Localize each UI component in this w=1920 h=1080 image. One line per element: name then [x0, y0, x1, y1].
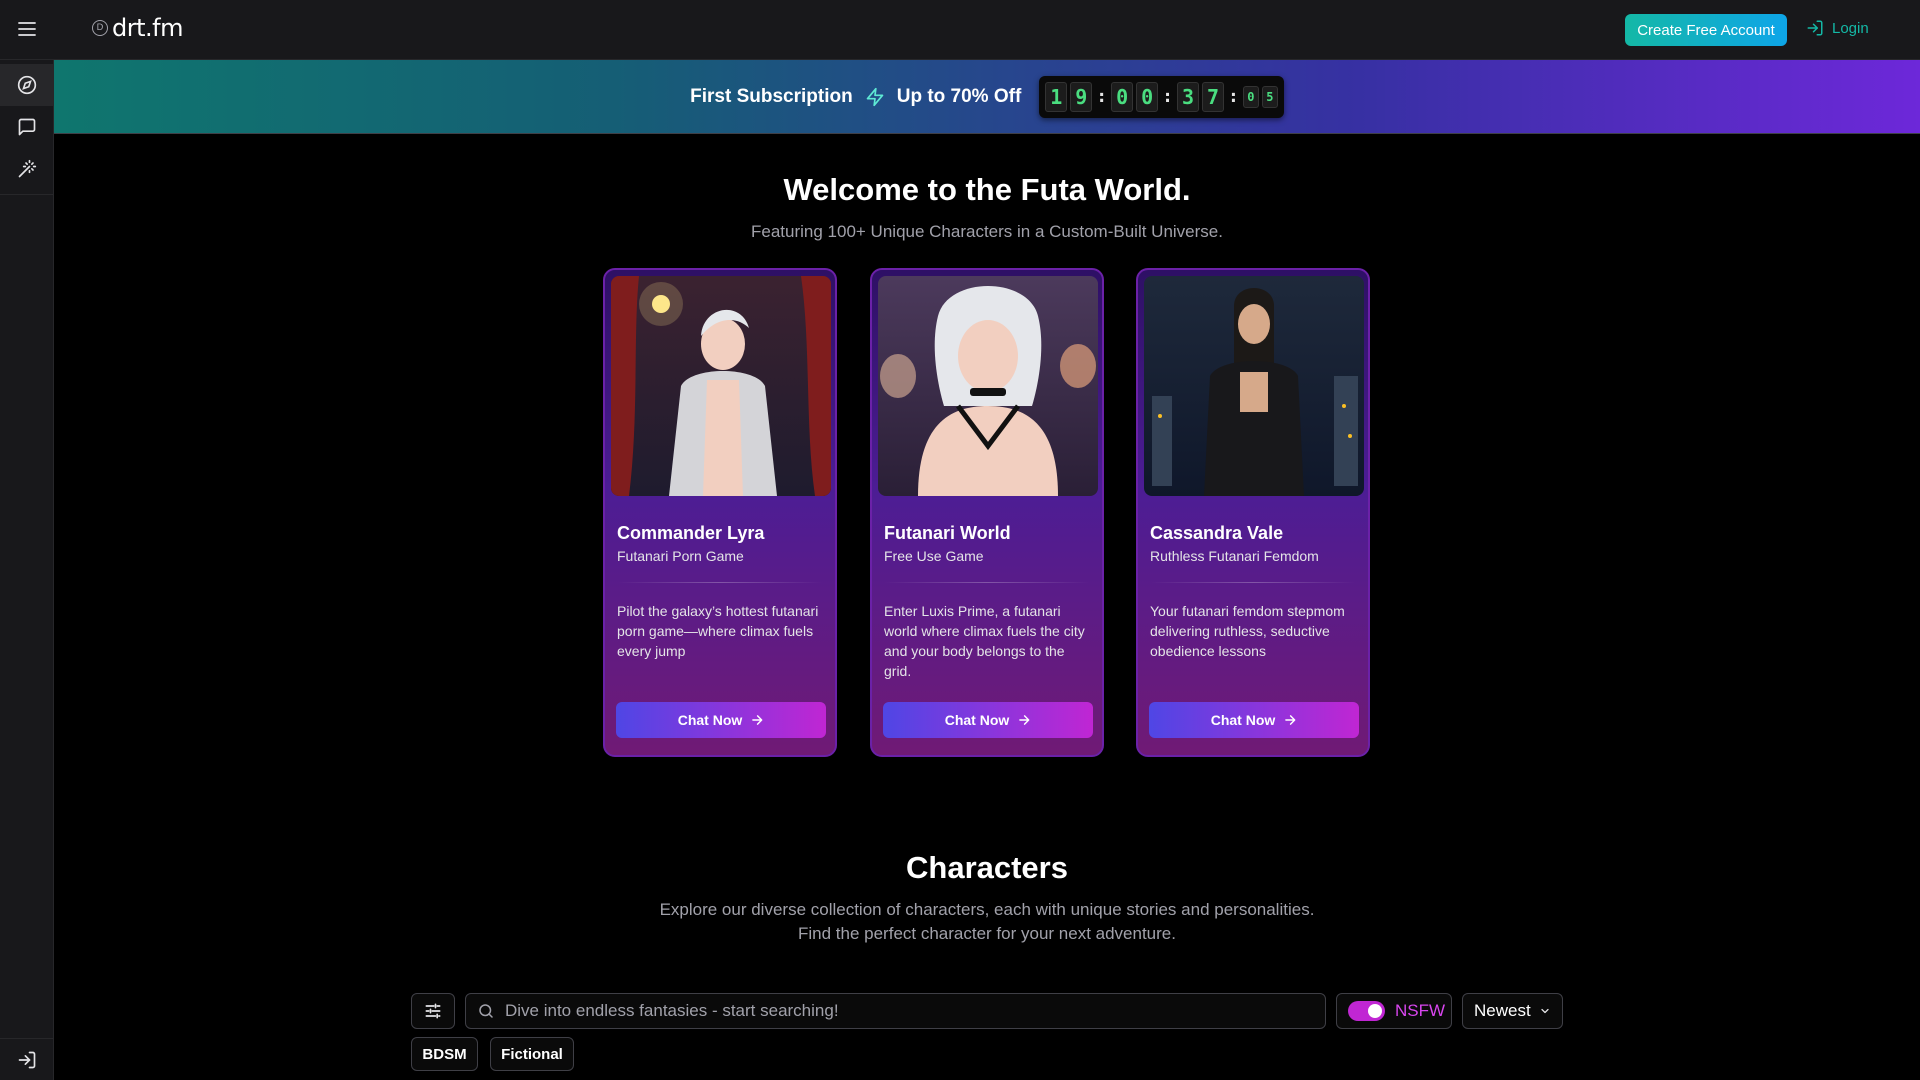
card-description: Enter Luxis Prime, a futanari world wher… — [884, 603, 1085, 679]
logo[interactable]: D drt.fm — [92, 14, 183, 42]
tag-chip[interactable]: Fictional — [490, 1037, 574, 1071]
login-label: Login — [1832, 19, 1869, 37]
sidebar-login-button[interactable] — [0, 1038, 54, 1080]
login-link[interactable]: Login — [1806, 19, 1869, 37]
timer-digit: 7 — [1201, 81, 1224, 112]
sidebar-item-chats[interactable] — [0, 106, 54, 148]
timer-separator: : — [1096, 86, 1108, 107]
hero-title: Welcome to the Futa World. — [783, 172, 1191, 207]
search-input[interactable] — [505, 1001, 1305, 1021]
characters-description-line2: Find the perfect character for your next… — [798, 924, 1176, 943]
banner-title: First Subscription — [690, 85, 853, 107]
login-icon — [1807, 20, 1823, 36]
create-free-account-button[interactable]: Create Free Account — [1625, 14, 1787, 46]
card-description: Pilot the galaxy’s hottest futanari porn… — [617, 603, 819, 659]
chat-now-button[interactable]: Chat Now — [1149, 702, 1359, 738]
character-image[interactable] — [878, 276, 1098, 496]
chat-now-button[interactable]: Chat Now — [883, 702, 1093, 738]
login-icon — [18, 1051, 36, 1068]
timer-digit: 0 — [1242, 85, 1259, 108]
arrow-right-icon — [752, 715, 763, 725]
hamburger-menu-icon[interactable] — [14, 16, 40, 42]
card-subtitle: Free Use Game — [884, 548, 984, 564]
timer-digit: 3 — [1176, 81, 1199, 112]
top-bar: D drt.fm Create Free Account Login — [0, 0, 1920, 60]
banner-offer: Up to 70% Off — [896, 85, 1022, 107]
sort-select[interactable]: Newest — [1462, 993, 1563, 1029]
featured-card[interactable]: Cassandra Vale Ruthless Futanari Femdom … — [1136, 268, 1370, 757]
featured-card[interactable]: Futanari World Free Use Game Enter Luxis… — [870, 268, 1104, 757]
timer-separator: : — [1162, 86, 1173, 107]
hero-subtitle: Featuring 100+ Unique Characters in a Cu… — [751, 222, 1223, 241]
search-bar[interactable] — [465, 993, 1326, 1029]
tag-chip[interactable]: BDSM — [411, 1037, 478, 1071]
character-image[interactable] — [611, 276, 831, 496]
logo-text: drt.fm — [112, 14, 183, 42]
logo-mark-icon: D — [92, 20, 108, 36]
promo-banner[interactable]: First Subscription Up to 70% Off 1 9 : 0… — [54, 60, 1920, 134]
sort-value: Newest — [1474, 1001, 1531, 1020]
timer-digit: 9 — [1070, 81, 1093, 112]
chat-now-label: Chat Now — [944, 712, 1010, 728]
sidebar-item-create[interactable] — [0, 148, 54, 190]
character-image[interactable] — [1144, 276, 1364, 496]
chevron-down-icon — [1541, 1008, 1549, 1014]
magic-wand-icon — [18, 159, 37, 178]
timer-digit: 5 — [1261, 85, 1278, 108]
card-subtitle: Futanari Porn Game — [617, 548, 744, 564]
nsfw-switch[interactable] — [1348, 1001, 1385, 1021]
card-name: Futanari World — [884, 523, 1011, 543]
chat-now-button[interactable]: Chat Now — [616, 702, 826, 738]
timer-digit: 1 — [1045, 81, 1068, 112]
characters-title: Characters — [906, 850, 1068, 885]
compass-icon — [17, 75, 37, 95]
arrow-right-icon — [1019, 715, 1030, 725]
featured-card[interactable]: Commander Lyra Futanari Porn Game Pilot … — [603, 268, 837, 757]
sidebar — [0, 60, 54, 1080]
search-icon — [479, 1004, 493, 1018]
filter-button[interactable] — [411, 993, 455, 1029]
lightning-icon — [866, 87, 884, 106]
characters-description: Explore our diverse collection of charac… — [659, 900, 1315, 919]
countdown-timer: 1 9 : 0 0 : 3 7 : 0 5 — [1039, 75, 1284, 118]
card-subtitle: Ruthless Futanari Femdom — [1150, 548, 1319, 564]
arrow-right-icon — [1285, 715, 1296, 725]
nsfw-label: NSFW — [1395, 1001, 1446, 1020]
card-divider — [884, 582, 1090, 583]
chat-now-label: Chat Now — [677, 712, 743, 728]
timer-digit: 0 — [1136, 81, 1159, 112]
card-divider — [617, 582, 823, 583]
sidebar-item-explore[interactable] — [0, 64, 54, 106]
timer-separator: : — [1227, 86, 1239, 107]
card-name: Commander Lyra — [617, 523, 765, 543]
chat-now-label: Chat Now — [1210, 712, 1276, 728]
nsfw-toggle[interactable]: NSFW — [1336, 993, 1452, 1029]
sidebar-nav — [0, 60, 54, 195]
timer-digit: 0 — [1111, 81, 1134, 112]
chat-bubble-icon — [18, 118, 36, 136]
card-name: Cassandra Vale — [1150, 523, 1284, 543]
card-divider — [1150, 582, 1356, 583]
card-description: Your futanari femdom stepmom delivering … — [1150, 603, 1345, 659]
sliders-icon — [425, 1003, 441, 1019]
